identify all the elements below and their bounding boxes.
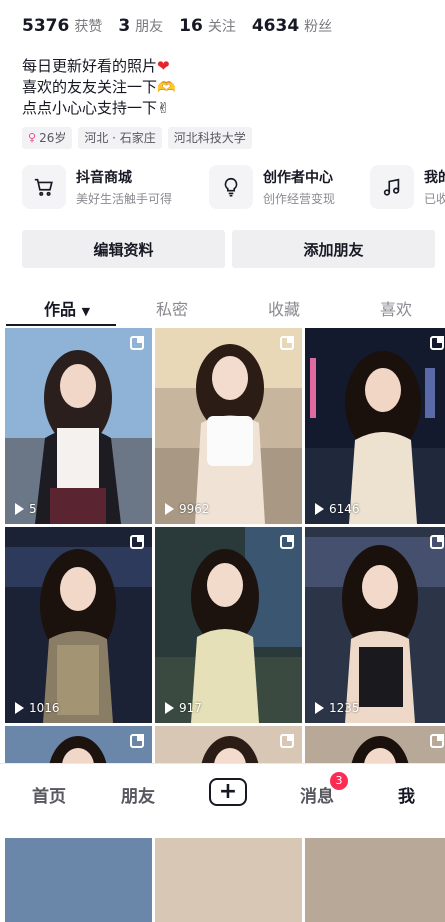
- video-thumbnail[interactable]: 1235: [305, 527, 445, 723]
- service-creator-center[interactable]: 创作者中心 创作经营变现: [209, 165, 335, 209]
- profile-tags: ♀ 26岁 河北 · 石家庄 河北科技大学: [22, 127, 252, 149]
- bulb-icon: [209, 165, 253, 209]
- stat-friends[interactable]: 3 朋友: [118, 16, 163, 36]
- nav-friends[interactable]: 朋友: [121, 782, 155, 807]
- service-subtitle: 已收: [424, 192, 445, 206]
- stat-followers-label: 粉丝: [304, 19, 333, 35]
- bio-line-1-text: 每日更新好看的照片: [22, 57, 158, 75]
- tag-school: 河北科技大学: [167, 127, 252, 149]
- tag-location: 河北 · 石家庄: [78, 127, 162, 149]
- play-icon: [15, 702, 24, 714]
- bio-line-1: 每日更新好看的照片❤: [22, 56, 176, 77]
- tab-works[interactable]: 作品 ▼: [44, 296, 90, 320]
- nav-messages[interactable]: 消息: [300, 782, 334, 807]
- pin-icon: [130, 336, 144, 350]
- profile-bio: 每日更新好看的照片❤ 喜欢的友友关注一下🫶 点点小心心支持一下✌: [22, 56, 176, 119]
- tab-likes[interactable]: 喜欢: [380, 296, 412, 320]
- nav-me[interactable]: 我: [398, 782, 415, 807]
- bio-line-2: 喜欢的友友关注一下🫶: [22, 77, 176, 98]
- stat-followers-value: 4634: [251, 16, 300, 36]
- tab-works-label: 作品: [44, 300, 77, 319]
- stat-following-label: 关注: [207, 19, 236, 35]
- plus-icon: +: [218, 779, 238, 804]
- pin-icon: [430, 734, 444, 748]
- service-title: 创作者中心: [263, 170, 333, 186]
- service-douyin-mall[interactable]: 抖音商城 美好生活触手可得: [22, 165, 172, 209]
- stat-followers[interactable]: 4634 粉丝: [252, 16, 332, 36]
- view-count: 917: [165, 701, 202, 715]
- create-plus-button[interactable]: +: [209, 778, 247, 806]
- view-count-text: 1235: [329, 701, 360, 715]
- pin-icon: [430, 336, 444, 350]
- stat-likes[interactable]: 5376 获赞: [22, 16, 102, 36]
- pin-icon: [280, 535, 294, 549]
- tag-location-text: 河北 · 石家庄: [84, 131, 156, 145]
- play-icon: [315, 702, 324, 714]
- bottom-nav: 首页 朋友 + 消息 3 我: [0, 763, 445, 838]
- cart-icon: [22, 165, 66, 209]
- nav-home[interactable]: 首页: [32, 782, 66, 807]
- view-count: 1235: [315, 701, 360, 715]
- service-subtitle: 创作经营变现: [263, 192, 336, 206]
- tab-favorites[interactable]: 收藏: [268, 296, 300, 320]
- victory-hand-icon: ✌: [157, 99, 170, 117]
- play-icon: [165, 503, 174, 515]
- video-thumbnail[interactable]: 917: [155, 527, 302, 723]
- pin-icon: [280, 336, 294, 350]
- stat-likes-label: 获赞: [74, 19, 103, 35]
- stat-friends-value: 3: [118, 16, 131, 36]
- tab-private[interactable]: 私密: [156, 296, 188, 320]
- video-thumbnail[interactable]: 5: [5, 328, 152, 524]
- play-icon: [315, 503, 324, 515]
- bio-line-2-text: 喜欢的友友关注一下: [22, 78, 158, 96]
- view-count: 6146: [315, 502, 360, 516]
- tag-school-text: 河北科技大学: [173, 131, 246, 145]
- play-icon: [165, 702, 174, 714]
- video-thumbnail[interactable]: 1016: [5, 527, 152, 723]
- bio-line-3: 点点小心心支持一下✌: [22, 98, 176, 119]
- view-count-text: 917: [179, 701, 202, 715]
- active-tab-indicator: [6, 324, 116, 326]
- bio-line-3-text: 点点小心心支持一下: [22, 99, 158, 117]
- tag-age: ♀ 26岁: [22, 127, 73, 149]
- pin-icon: [130, 535, 144, 549]
- pin-icon: [130, 734, 144, 748]
- profile-tabs: 作品 ▼ 私密 收藏 喜欢: [0, 290, 445, 326]
- video-thumbnail[interactable]: 6146: [305, 328, 445, 524]
- service-entries: 抖音商城 美好生活触手可得 创作者中心 创作经营变现 我的 已收: [22, 165, 445, 215]
- tag-age-text: 26岁: [39, 131, 67, 145]
- service-subtitle: 美好生活触手可得: [76, 192, 173, 206]
- view-count-text: 1016: [29, 701, 60, 715]
- play-icon: [15, 503, 24, 515]
- view-count: 9962: [165, 502, 210, 516]
- stat-following-value: 16: [179, 16, 203, 36]
- video-thumbnail[interactable]: 9962: [155, 328, 302, 524]
- view-count: 5: [15, 502, 37, 516]
- service-my-music[interactable]: 我的 已收: [370, 165, 445, 209]
- stat-friends-label: 朋友: [135, 19, 164, 35]
- heart-icon: ❤: [157, 57, 170, 75]
- profile-stats: 5376 获赞 3 朋友 16 关注 4634 粉丝: [22, 16, 332, 36]
- stat-likes-value: 5376: [22, 16, 70, 36]
- pin-icon: [280, 734, 294, 748]
- add-friend-button[interactable]: 添加朋友: [232, 230, 435, 268]
- heart-hands-icon: 🫶: [157, 78, 176, 96]
- view-count-text: 5: [29, 502, 37, 516]
- music-note-icon: [370, 165, 414, 209]
- view-count-text: 6146: [329, 502, 360, 516]
- service-title: 抖音商城: [76, 170, 132, 186]
- view-count-text: 9962: [179, 502, 210, 516]
- stat-following[interactable]: 16 关注: [179, 16, 236, 36]
- pin-icon: [430, 535, 444, 549]
- female-icon: ♀: [28, 131, 37, 144]
- service-title: 我的: [424, 170, 445, 186]
- caret-down-icon: ▼: [81, 305, 91, 318]
- view-count: 1016: [15, 701, 60, 715]
- messages-badge: 3: [330, 772, 348, 790]
- edit-profile-button[interactable]: 编辑资料: [22, 230, 225, 268]
